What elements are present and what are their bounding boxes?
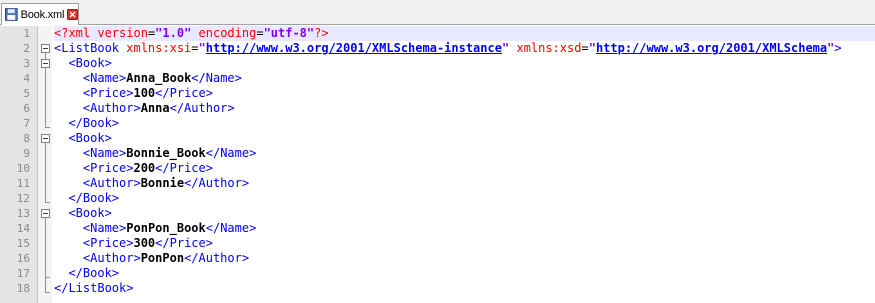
tab-bar: Book.xml — [0, 0, 875, 25]
line-number: 6 — [23, 102, 30, 115]
fold-end-marker — [45, 202, 50, 203]
fold-margin — [38, 26, 52, 303]
line-number: 4 — [23, 72, 30, 85]
code-line: <Price>100</Price> — [82, 86, 213, 100]
tab-title: Book.xml — [20, 8, 65, 21]
code-line: <Author>PonPon</Author> — [82, 251, 250, 265]
code-line: <Price>300</Price> — [82, 236, 213, 250]
xsd-url-link[interactable]: http://www.w3.org/2001/XMLSchema — [596, 41, 827, 55]
code-line: <Name>Bonnie_Book</Name> — [82, 146, 257, 160]
code-line: <Name>PonPon_Book</Name> — [82, 221, 257, 235]
fold-toggle-book-1[interactable] — [41, 59, 50, 68]
code-line: <Book> — [68, 131, 112, 145]
fold-toggle-listbook[interactable] — [41, 44, 50, 53]
code-line: <?xml version="1.0" encoding="utf-8"?> — [54, 26, 875, 41]
line-number: 8 — [23, 132, 30, 145]
line-number: 10 — [16, 162, 30, 175]
line-number: 9 — [23, 147, 30, 160]
code-line: <ListBook xmlns:xsi="http://www.w3.org/2… — [54, 41, 842, 55]
code-line: </Book> — [68, 116, 120, 130]
fold-toggle-book-3[interactable] — [41, 209, 50, 218]
fold-end-marker — [45, 292, 50, 293]
code-line: <Book> — [68, 206, 112, 220]
fold-toggle-book-2[interactable] — [41, 134, 50, 143]
fold-end-marker — [45, 277, 50, 278]
code-line: </Book> — [68, 266, 120, 280]
line-number: 18 — [16, 282, 30, 295]
code-line: <Book> — [68, 56, 112, 70]
line-number: 7 — [23, 117, 30, 130]
line-number: 16 — [16, 252, 30, 265]
line-number: 2 — [23, 42, 30, 55]
line-number: 11 — [16, 177, 30, 190]
line-number: 15 — [16, 237, 30, 250]
code-editor[interactable]: <?xml version="1.0" encoding="utf-8"?> <… — [54, 26, 875, 303]
line-number: 17 — [16, 267, 30, 280]
line-number-gutter: 1 2 3 4 5 6 7 8 9 10 11 12 13 14 15 16 17 18 — [0, 26, 38, 303]
fold-end-marker — [45, 127, 50, 128]
line-number: 13 — [16, 207, 30, 220]
fold-guide — [45, 218, 46, 293]
line-number: 3 — [23, 57, 30, 70]
code-line: </ListBook> — [54, 281, 134, 295]
save-disk-icon — [5, 8, 18, 21]
close-icon[interactable] — [67, 9, 78, 20]
code-line: <Author>Anna</Author> — [82, 101, 235, 115]
code-line: <Price>200</Price> — [82, 161, 213, 175]
tab-book-xml[interactable]: Book.xml — [1, 3, 79, 25]
line-number: 12 — [16, 192, 30, 205]
line-number: 1 — [23, 27, 30, 40]
xsi-url-link[interactable]: http://www.w3.org/2001/XMLSchema-instanc… — [206, 41, 502, 55]
fold-guide — [45, 68, 46, 128]
line-number: 5 — [23, 87, 30, 100]
fold-guide — [45, 53, 46, 59]
line-number: 14 — [16, 222, 30, 235]
code-line: <Name>Anna_Book</Name> — [82, 71, 242, 85]
code-line: <Author>Bonnie</Author> — [82, 176, 250, 190]
code-line: </Book> — [68, 191, 120, 205]
fold-guide — [45, 143, 46, 203]
